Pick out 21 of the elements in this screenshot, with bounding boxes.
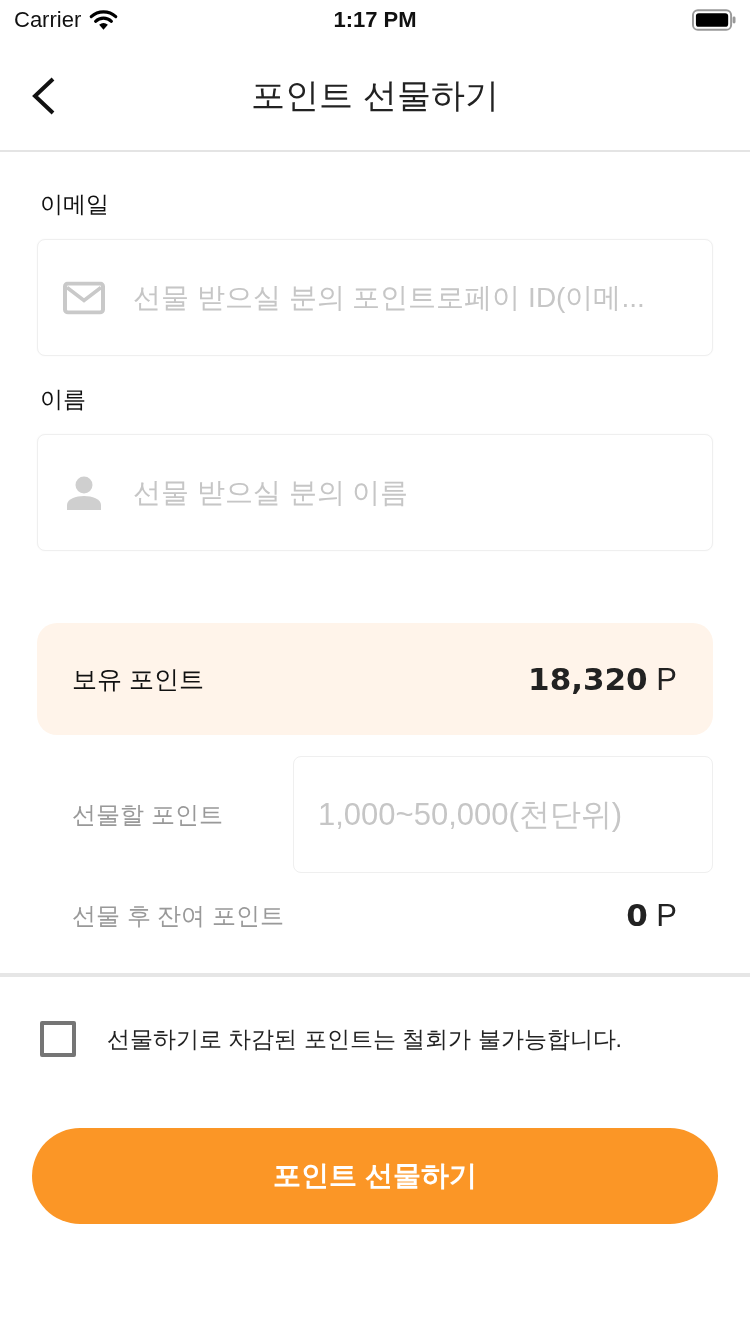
gift-points-button[interactable]: 포인트 선물하기 bbox=[32, 1128, 718, 1224]
field-label: 이메일 bbox=[39, 190, 109, 219]
page-title: 포인트 선물하기 bbox=[251, 75, 499, 115]
carrier-name: Carrier bbox=[14, 7, 82, 33]
agreement-checkbox[interactable] bbox=[40, 1021, 76, 1057]
envelope-icon bbox=[63, 281, 105, 314]
back-chevron-icon bbox=[31, 77, 57, 115]
name-field[interactable]: 선물 받으실 분의 이름 bbox=[37, 434, 713, 551]
status-time: 1:17 PM bbox=[333, 7, 417, 33]
gift-points-field[interactable]: 1,000~50,000(천단위) bbox=[293, 756, 713, 873]
gift-points-label: 선물할 포인트 bbox=[72, 799, 223, 830]
email-field[interactable]: 선물 받으실 분의 포인트로페이 ID(이메... bbox=[37, 239, 713, 356]
balance-label: 보유 포인트 bbox=[72, 664, 204, 695]
remaining-points-amount: 0 P bbox=[626, 897, 677, 934]
field-label: 이름 bbox=[39, 385, 86, 414]
balance-amount: 18,320 P bbox=[528, 660, 677, 698]
wifi-icon bbox=[89, 9, 119, 31]
person-icon bbox=[66, 475, 102, 510]
agreement-text: 선물하기로 차감된 포인트는 철회가 불가능합니다. bbox=[107, 1025, 622, 1054]
remaining-points-label: 선물 후 잔여 포인트 bbox=[72, 900, 284, 931]
battery-icon bbox=[692, 9, 736, 31]
